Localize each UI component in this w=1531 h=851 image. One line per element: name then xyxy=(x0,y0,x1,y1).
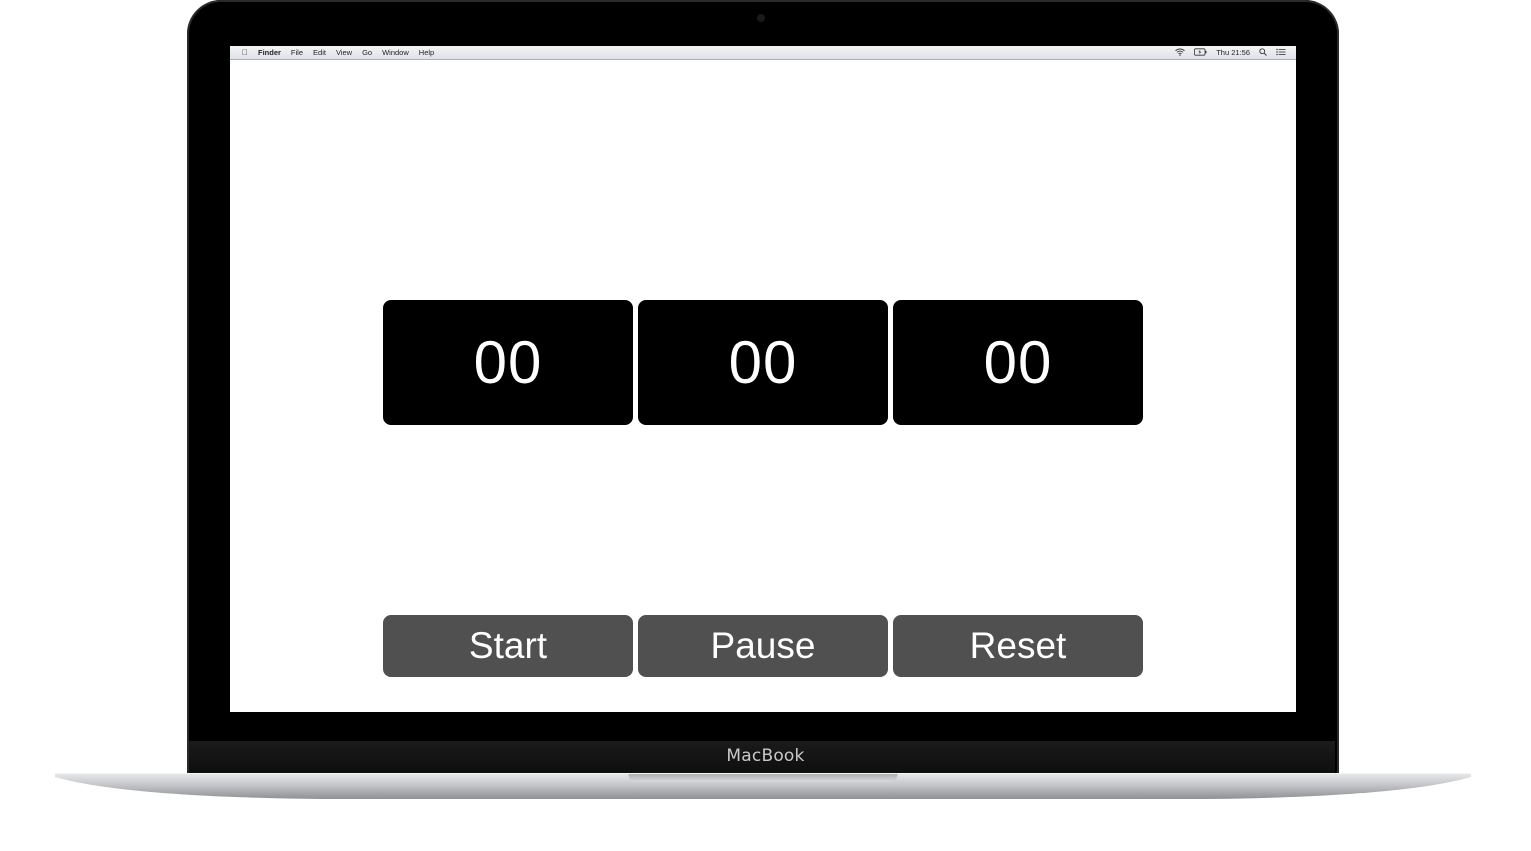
search-icon[interactable] xyxy=(1259,47,1267,58)
clock-label[interactable]: Thu 21:56 xyxy=(1216,48,1250,57)
menu-bar-right: Thu 21:56 xyxy=(1175,46,1286,59)
hours-display: 00 xyxy=(383,300,633,425)
reset-button[interactable]: Reset xyxy=(893,615,1143,677)
laptop-base xyxy=(55,773,1471,799)
seconds-display: 00 xyxy=(893,300,1143,425)
laptop-mockup:  Finder File Edit View Go Window Help xyxy=(0,0,1531,851)
camera-icon xyxy=(757,14,765,22)
wifi-icon[interactable] xyxy=(1175,48,1186,58)
menu-item-view[interactable]: View xyxy=(336,48,352,57)
minutes-display: 00 xyxy=(638,300,888,425)
menu-item-help[interactable]: Help xyxy=(419,48,434,57)
list-icon[interactable] xyxy=(1276,48,1286,58)
pause-button[interactable]: Pause xyxy=(638,615,888,677)
brand-label: MacBook xyxy=(726,746,805,766)
menu-item-file[interactable]: File xyxy=(291,48,303,57)
menu-app-name[interactable]: Finder xyxy=(258,48,281,57)
start-button[interactable]: Start xyxy=(383,615,633,677)
menu-item-edit[interactable]: Edit xyxy=(313,48,326,57)
battery-icon[interactable] xyxy=(1194,47,1207,58)
screen:  Finder File Edit View Go Window Help xyxy=(230,46,1296,712)
apple-icon[interactable]:  xyxy=(242,48,248,57)
menu-item-window[interactable]: Window xyxy=(382,48,409,57)
menu-bar-left:  Finder File Edit View Go Window Help xyxy=(230,48,434,57)
menu-bar:  Finder File Edit View Go Window Help xyxy=(230,46,1296,60)
menu-item-go[interactable]: Go xyxy=(362,48,372,57)
